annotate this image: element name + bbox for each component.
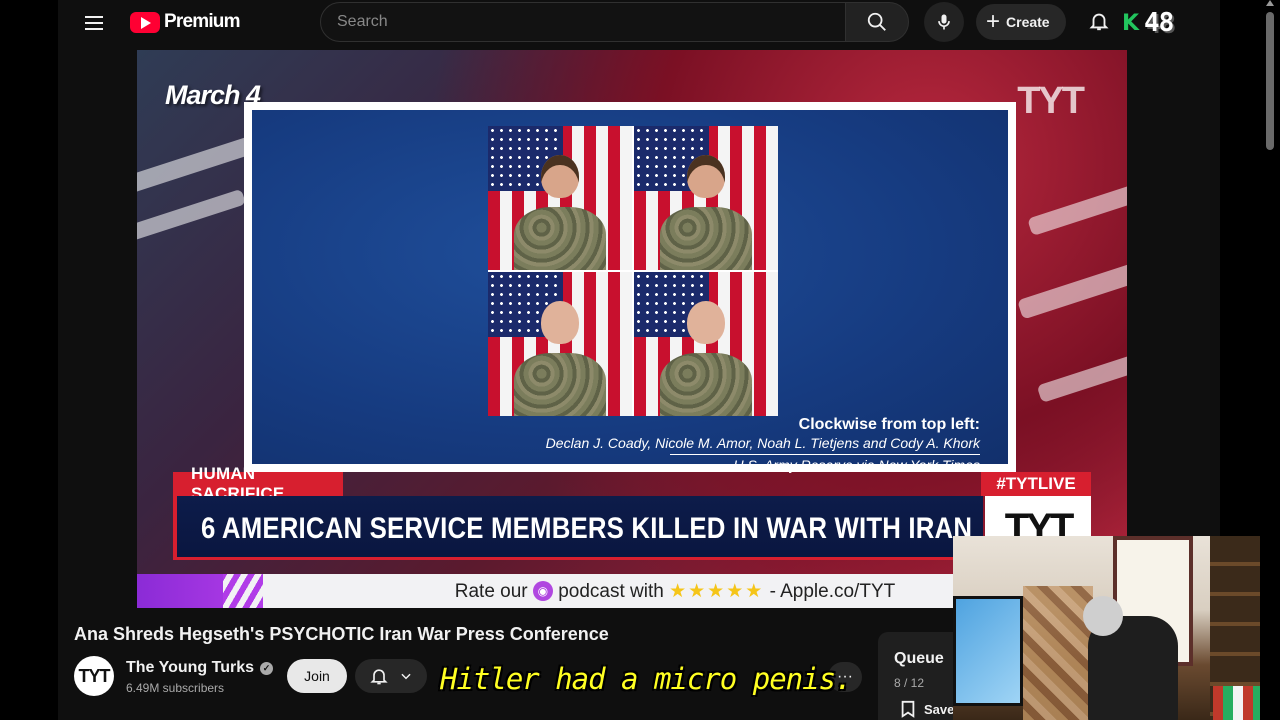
voice-search-button[interactable]	[924, 2, 964, 42]
service-member-photo	[634, 126, 778, 270]
headline: 6 AMERICAN SERVICE MEMBERS KILLED IN WAR…	[201, 512, 973, 545]
avatar-letter: K	[1122, 11, 1140, 36]
subscriber-count: 6.49M subscribers	[126, 681, 225, 695]
logo-text: Premium	[164, 11, 241, 32]
banner-before: Rate our	[454, 580, 528, 602]
create-label: Create	[1006, 14, 1050, 30]
flag-stripe	[137, 188, 247, 248]
caption-title: Clockwise from top left:	[798, 416, 980, 433]
create-button[interactable]: + Create	[976, 4, 1066, 40]
lower-third: 6 AMERICAN SERVICE MEMBERS KILLED IN WAR…	[173, 496, 983, 560]
photo-panel: Clockwise from top left: Declan J. Coady…	[244, 102, 1016, 473]
bell-icon	[370, 669, 388, 685]
video-frame: March 4 TYT Clockwise from top left: Dec…	[137, 50, 1127, 608]
video-title: Ana Shreds Hegseth's PSYCHOTIC Iran War …	[74, 624, 609, 644]
notifications-button[interactable]	[1088, 10, 1112, 34]
scrollbar[interactable]	[1260, 0, 1280, 720]
live-hashtag: #TYTLIVE	[981, 472, 1091, 496]
save-label: Save	[924, 701, 955, 717]
service-member-photo	[488, 126, 632, 270]
service-member-photo	[488, 272, 632, 416]
flag-stripe	[1036, 354, 1127, 404]
left-dark-band	[0, 0, 58, 720]
channel-name-link[interactable]: The Young Turks ✓	[126, 659, 274, 677]
caption-names: Declan J. Coady, Nicole M. Amor, Noah L.…	[545, 435, 980, 451]
webcam-monitor	[953, 596, 1023, 706]
join-button[interactable]: Join	[287, 659, 347, 693]
channel-avatar[interactable]: TYT	[74, 656, 114, 696]
search-button[interactable]	[845, 2, 909, 42]
apple-podcasts-icon: ◉	[532, 581, 553, 602]
bookmark-icon	[901, 700, 915, 718]
youtube-play-icon	[130, 11, 160, 33]
queue-save-button[interactable]: Save	[900, 700, 954, 718]
flag-stripe	[1017, 260, 1127, 320]
account-avatar[interactable]: K 48	[1122, 8, 1190, 40]
search-box	[320, 2, 846, 42]
youtube-premium-logo[interactable]: Premium	[130, 11, 241, 33]
service-member-photo	[634, 272, 778, 416]
banner-accent	[137, 574, 263, 608]
channel-name: The Young Turks	[126, 659, 255, 676]
microphone-icon	[938, 14, 950, 30]
banner-after: - Apple.co/TYT	[769, 580, 896, 602]
photo-panel-background: Clockwise from top left: Declan J. Coady…	[252, 110, 1008, 473]
search-icon	[867, 12, 886, 31]
menu-icon[interactable]	[82, 12, 106, 36]
rating-stars: ★★★★★	[669, 580, 765, 602]
webcam-person	[1083, 596, 1123, 636]
caption-credit: U.S. Army Reserve via New York Times	[670, 454, 980, 473]
flag-stripe	[1027, 181, 1127, 237]
banner-middle: podcast with	[558, 580, 664, 602]
video-player[interactable]: March 4 TYT Clockwise from top left: Dec…	[58, 48, 1220, 608]
tyt-watermark: TYT	[1017, 80, 1085, 122]
scrollbar-thumb[interactable]	[1266, 12, 1274, 150]
verified-icon: ✓	[260, 661, 274, 675]
plus-icon: +	[986, 8, 1001, 35]
webcam-desk-items	[1023, 586, 1093, 720]
segment-tag: HUMAN SACRIFICE	[173, 464, 343, 503]
masthead: Premium + Create K 48	[58, 0, 1220, 46]
avatar-badge: 48	[1144, 8, 1174, 38]
scroll-up-icon[interactable]	[1266, 0, 1274, 6]
webcam-overlay	[953, 536, 1280, 720]
bell-icon	[1089, 13, 1109, 31]
service-members-photo-grid	[488, 126, 778, 416]
chevron-down-icon	[401, 673, 411, 680]
subtitle-overlay: Hitler had a micro penis.	[440, 662, 852, 696]
subscribed-notifications-button[interactable]	[355, 659, 427, 693]
search-input[interactable]	[321, 3, 845, 41]
